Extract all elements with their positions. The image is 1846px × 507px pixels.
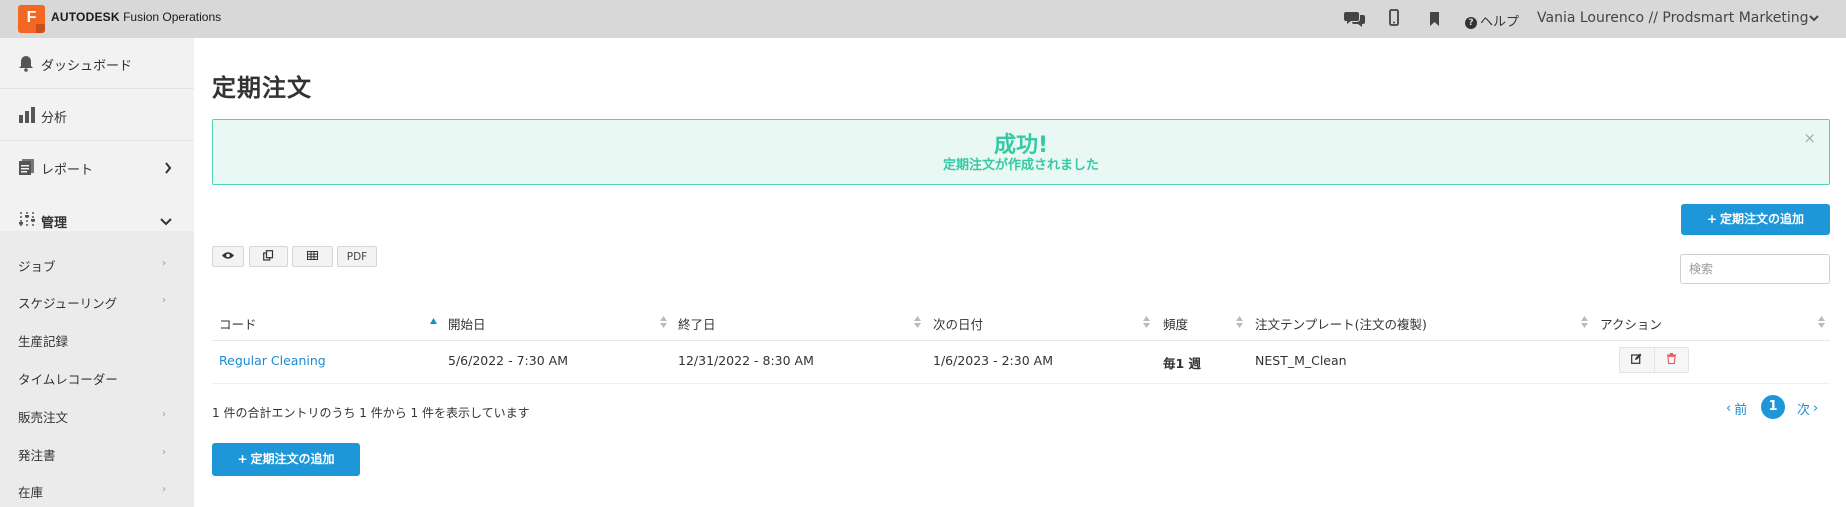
pagination-page-1[interactable]: 1 bbox=[1761, 395, 1785, 419]
trash-icon bbox=[1666, 352, 1676, 368]
sidebar-item-reports[interactable]: レポート bbox=[0, 156, 194, 178]
sidebar-item-label: レポート bbox=[41, 163, 94, 178]
delete-button[interactable] bbox=[1653, 348, 1689, 372]
sidebar-item-management[interactable]: 管理 bbox=[0, 209, 194, 231]
chevron-right-icon: › bbox=[162, 258, 166, 269]
csv-export-button[interactable] bbox=[292, 246, 333, 267]
column-header-start-date[interactable]: 開始日 bbox=[448, 314, 486, 333]
chevron-right-icon: › bbox=[162, 295, 166, 306]
chevron-down-icon bbox=[160, 215, 172, 230]
sidebar-item-label: 分析 bbox=[41, 111, 68, 126]
sort-asc-icon[interactable] bbox=[430, 314, 437, 326]
close-icon[interactable]: × bbox=[1803, 129, 1816, 147]
plus-icon: + bbox=[237, 452, 248, 466]
pagination-next[interactable]: 次 › bbox=[1797, 396, 1818, 420]
add-recurring-order-button-bottom[interactable]: + 定期注文の追加 bbox=[212, 443, 360, 476]
success-alert: 成功! 定期注文が作成されました × bbox=[212, 119, 1830, 185]
help-icon: ? bbox=[1465, 17, 1477, 29]
bookmark-icon[interactable] bbox=[1429, 12, 1440, 32]
chevron-right-icon: › bbox=[162, 447, 166, 458]
help-label: ヘルプ bbox=[1480, 15, 1520, 30]
user-menu[interactable]: Vania Lourenco // Prodsmart Marketing bbox=[1537, 10, 1808, 26]
alert-message: 定期注文が作成されました bbox=[942, 158, 1099, 173]
plus-icon: + bbox=[1706, 212, 1718, 226]
sidebar-subitem-purchase-orders[interactable]: 発注書 bbox=[18, 445, 56, 464]
eye-icon bbox=[221, 251, 235, 263]
column-visibility-button[interactable] bbox=[212, 246, 244, 267]
sidebar-item-dashboard[interactable]: ダッシュボード bbox=[0, 52, 194, 74]
bell-icon bbox=[18, 55, 34, 76]
sort-both-icon[interactable] bbox=[1236, 316, 1243, 328]
brand-product: Fusion Operations bbox=[119, 10, 222, 24]
sidebar-divider bbox=[0, 140, 194, 141]
chevron-left-icon: ‹ bbox=[1726, 400, 1732, 416]
table-header-divider bbox=[212, 340, 1830, 341]
chevron-right-icon: › bbox=[162, 484, 166, 495]
mobile-icon[interactable] bbox=[1389, 9, 1399, 29]
sidebar-subitem-production-records[interactable]: 生産記録 bbox=[18, 331, 68, 350]
chevron-down-icon[interactable] bbox=[1808, 12, 1820, 28]
row-frequency: 毎1 週 bbox=[1163, 356, 1202, 371]
sliders-icon bbox=[18, 211, 36, 233]
copy-button[interactable] bbox=[249, 246, 288, 267]
brand-name: AUTODESK Fusion Operations bbox=[51, 10, 221, 24]
edit-button[interactable] bbox=[1620, 348, 1654, 372]
sidebar: ダッシュボード 分析 レポート 管理 ジョブ › スケジューリング › 生産記録… bbox=[0, 38, 194, 507]
sort-both-icon[interactable] bbox=[1581, 316, 1588, 328]
column-header-code[interactable]: コード bbox=[219, 314, 257, 333]
sort-both-icon[interactable] bbox=[1143, 316, 1150, 328]
fusion-logo[interactable]: F bbox=[18, 5, 45, 33]
sidebar-subitem-sales-orders[interactable]: 販売注文 bbox=[18, 407, 68, 426]
row-actions bbox=[1619, 347, 1689, 373]
column-header-next-date[interactable]: 次の日付 bbox=[933, 314, 983, 333]
column-header-frequency[interactable]: 頻度 bbox=[1163, 314, 1188, 333]
column-header-actions: アクション bbox=[1600, 317, 1662, 332]
button-label: 定期注文の追加 bbox=[250, 452, 335, 466]
pagination-prev-label: 前 bbox=[1734, 402, 1748, 418]
sort-both-icon[interactable] bbox=[1818, 316, 1825, 328]
row-divider bbox=[212, 383, 1830, 384]
row-next-date: 1/6/2023 - 2:30 AM bbox=[933, 353, 1053, 368]
column-header-end-date[interactable]: 終了日 bbox=[678, 314, 716, 333]
sidebar-item-analytics[interactable]: 分析 bbox=[0, 104, 194, 126]
row-template: NEST_M_Clean bbox=[1255, 353, 1347, 368]
page-title: 定期注文 bbox=[212, 74, 312, 102]
brand-autodesk: AUTODESK bbox=[51, 10, 120, 24]
sidebar-divider bbox=[0, 88, 194, 89]
edit-icon bbox=[1631, 353, 1642, 368]
pagination-next-label: 次 bbox=[1797, 402, 1811, 418]
row-end-date: 12/31/2022 - 8:30 AM bbox=[678, 353, 814, 368]
pagination-prev[interactable]: ‹ 前 bbox=[1726, 396, 1747, 420]
sort-both-icon[interactable] bbox=[660, 316, 667, 328]
sidebar-subitem-jobs[interactable]: ジョブ bbox=[18, 256, 56, 275]
top-bar: F AUTODESK Fusion Operations ? ヘルプ Vania … bbox=[0, 0, 1846, 38]
button-label: 定期注文の追加 bbox=[1720, 212, 1805, 226]
table-info: 1 件の合計エントリのうち 1 件から 1 件を表示しています bbox=[212, 406, 530, 420]
pdf-export-button[interactable]: PDF bbox=[337, 246, 377, 267]
add-recurring-order-button-top[interactable]: + 定期注文の追加 bbox=[1681, 204, 1830, 235]
sidebar-subitem-inventory[interactable]: 在庫 bbox=[18, 482, 43, 501]
sidebar-item-label: 管理 bbox=[41, 216, 68, 231]
reports-icon bbox=[18, 158, 36, 180]
copy-icon bbox=[263, 249, 274, 264]
chevron-right-icon bbox=[164, 162, 172, 178]
sidebar-item-label: ダッシュボード bbox=[41, 59, 133, 74]
sidebar-subitem-scheduling[interactable]: スケジューリング bbox=[18, 293, 117, 312]
chat-icon[interactable] bbox=[1344, 9, 1366, 29]
chevron-right-icon: › bbox=[1813, 400, 1819, 416]
bar-chart-icon bbox=[18, 106, 36, 127]
column-header-order-template[interactable]: 注文テンプレート(注文の複製) bbox=[1255, 314, 1427, 333]
row-code-link[interactable]: Regular Cleaning bbox=[219, 353, 326, 368]
help-link[interactable]: ? ヘルプ bbox=[1465, 11, 1519, 30]
sort-both-icon[interactable] bbox=[914, 316, 921, 328]
search-input[interactable] bbox=[1680, 254, 1830, 284]
table-icon bbox=[307, 250, 318, 263]
sidebar-subitem-time-recorder[interactable]: タイムレコーダー bbox=[18, 369, 118, 388]
row-start-date: 5/6/2022 - 7:30 AM bbox=[448, 353, 568, 368]
chevron-right-icon: › bbox=[162, 409, 166, 420]
